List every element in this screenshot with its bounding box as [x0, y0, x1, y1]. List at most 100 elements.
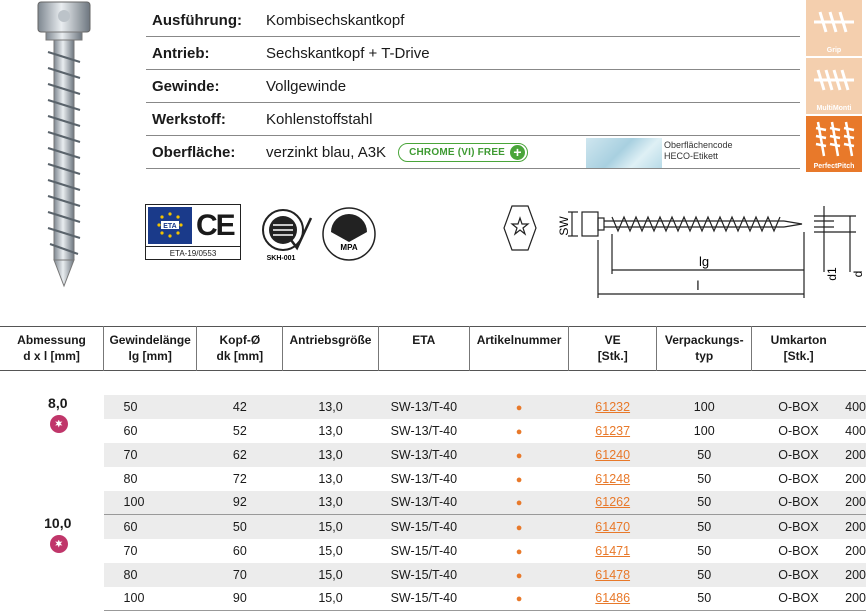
spec-key: Antrieb:	[152, 44, 210, 62]
cell-ve: 50	[697, 543, 712, 558]
article-number-link[interactable]: 61240	[595, 448, 630, 462]
spec-value: Vollgewinde	[266, 77, 347, 95]
table-row: 80 70 15,0 SW-15/T-40 ● 61478 50 O-BOX 200	[0, 562, 866, 587]
cell-head-diameter: 15,0	[282, 514, 379, 539]
article-number-link[interactable]: 61471	[595, 544, 630, 558]
cell-thread-length: 42	[196, 394, 283, 419]
spec-row-gewinde: Gewinde: Vollgewinde	[146, 70, 800, 103]
spec-value: verzinkt blau, A3K	[266, 143, 387, 161]
cell-article: 61240	[568, 442, 657, 467]
plus-icon: +	[510, 144, 526, 160]
article-number-link[interactable]: 61262	[595, 495, 630, 509]
cell-article: 61262	[568, 490, 657, 515]
cell-carton: 200	[845, 471, 866, 486]
cell-eta: ●	[469, 586, 569, 611]
col-eta: ETA	[377, 326, 470, 371]
cell-carton: 200	[845, 514, 866, 539]
diameter-cell: 10,0	[0, 514, 104, 611]
cell-drive: SW-15/T-40	[378, 586, 470, 611]
cell-head-diameter: 15,0	[282, 586, 379, 611]
article-number-link[interactable]: 61237	[595, 424, 630, 438]
spec-value: Kohlenstoffstahl	[266, 110, 373, 128]
cell-carton: 200	[845, 442, 866, 467]
cell-drive: SW-13/T-40	[390, 471, 458, 486]
cell-length: 80	[123, 471, 138, 486]
article-number-link[interactable]: 61232	[595, 400, 630, 414]
cell-thread-length: 70	[196, 562, 283, 587]
table-row: 80 72 13,0 SW-13/T-40 ● 61248 50 O-BOX 200	[0, 467, 866, 491]
eta-dot-icon: ●	[515, 497, 523, 510]
cell-head-diameter: 15,0	[318, 543, 343, 558]
cell-pack-type: O-BOX	[751, 514, 846, 539]
perfectpitch-thread-icon	[815, 121, 855, 157]
skh-logo: SKH-001	[262, 209, 313, 262]
cell-thread-length: 92	[196, 490, 283, 515]
cell-drive: SW-13/T-40	[378, 442, 470, 467]
table-header: Abmessung d x l [mm] Gewindelänge lg [mm] …	[0, 326, 866, 371]
col-ve: VE [Stk.]	[568, 326, 657, 371]
col-kopf: Kopf-Ø dk [mm]	[196, 326, 283, 371]
cell-eta: ●	[470, 539, 569, 563]
torx-drive-icon	[510, 216, 530, 236]
thread-icon-multimonti: MultiMonti	[806, 58, 862, 114]
cell-head-diameter: 15,0	[282, 562, 379, 587]
article-number-link[interactable]: 61486	[595, 591, 630, 605]
cell-ve: 50	[697, 471, 712, 486]
cell-eta: ●	[470, 419, 569, 443]
diameter-cell: 8,0	[0, 394, 104, 515]
thread-icon-label: Grip	[826, 47, 842, 54]
cell-carton: 400	[845, 394, 866, 419]
cell-drive: SW-13/T-40	[378, 490, 470, 515]
cell-head-diameter: 13,0	[318, 423, 343, 438]
dim-sw: SW	[557, 216, 571, 236]
cell-length: 70	[103, 442, 197, 467]
spec-key: Oberfläche:	[152, 143, 236, 161]
thread-icon-label: PerfectPitch	[813, 163, 855, 170]
spec-row-oberflaeche: Oberfläche: verzinkt blau, A3K CHROME (V…	[146, 136, 800, 169]
cell-article: 61232	[568, 394, 657, 419]
cell-pack-type: O-BOX	[778, 543, 819, 558]
dim-d: d	[851, 271, 864, 278]
col-gewindelaenge: Gewindelänge lg [mm]	[103, 326, 197, 371]
eta-dot-icon: ●	[515, 569, 523, 582]
chrome-free-label: CHROME (VI) FREE	[409, 146, 506, 158]
cell-head-diameter: 13,0	[282, 394, 379, 419]
cell-ve: 50	[656, 490, 752, 515]
coating-line2: HECO-Etikett	[664, 151, 719, 161]
table-row: 100 92 13,0 SW-13/T-40 ● 61262 50 O-BOX 200	[0, 490, 866, 515]
cell-ve: 50	[656, 442, 752, 467]
cell-ve: 50	[656, 562, 752, 587]
spec-value: Sechskantkopf + T-Drive	[266, 44, 430, 62]
cell-ve: 100	[693, 423, 715, 438]
article-number-link[interactable]: 61248	[595, 472, 630, 486]
cell-article: 61470	[568, 514, 657, 539]
eta-dot-icon: ●	[515, 425, 523, 438]
cell-carton: 400	[845, 423, 866, 438]
spec-row-antrieb: Antrieb: Sechskantkopf + T-Drive	[146, 37, 800, 70]
spec-row-werkstoff: Werkstoff: Kohlenstoffstahl	[146, 103, 800, 136]
cell-drive: SW-13/T-40	[390, 423, 458, 438]
article-number-link[interactable]: 61478	[595, 568, 630, 582]
cell-article: 61248	[569, 467, 657, 491]
eta-number: ETA-19/0553	[146, 246, 240, 258]
cell-carton: 200	[845, 490, 866, 515]
torx-drive-icon	[49, 534, 68, 553]
svg-text:ETA: ETA	[163, 223, 176, 230]
spec-key: Ausführung:	[152, 11, 242, 29]
diameter-label: 10,0	[44, 514, 72, 531]
multimonti-thread-icon	[814, 69, 854, 91]
cell-length: 50	[103, 394, 197, 419]
dim-l: l	[697, 278, 700, 293]
table-row: 70 62 13,0 SW-13/T-40 ● 61240 50 O-BOX 200	[0, 442, 866, 467]
eta-dot-icon: ●	[515, 521, 523, 534]
cell-eta: ●	[469, 394, 569, 419]
eta-ce-logo: ETA CE ETA-19/0553	[145, 204, 241, 260]
cell-head-diameter: 13,0	[318, 471, 343, 486]
skh-number: SKH-001	[267, 255, 296, 262]
cell-carton: 200	[845, 543, 866, 558]
cell-pack-type: O-BOX	[778, 471, 819, 486]
article-number-link[interactable]: 61470	[595, 520, 630, 534]
mpa-logo: MPA	[322, 207, 376, 261]
thread-icon-grip: Grip	[806, 0, 862, 56]
cell-length: 60	[103, 514, 197, 539]
